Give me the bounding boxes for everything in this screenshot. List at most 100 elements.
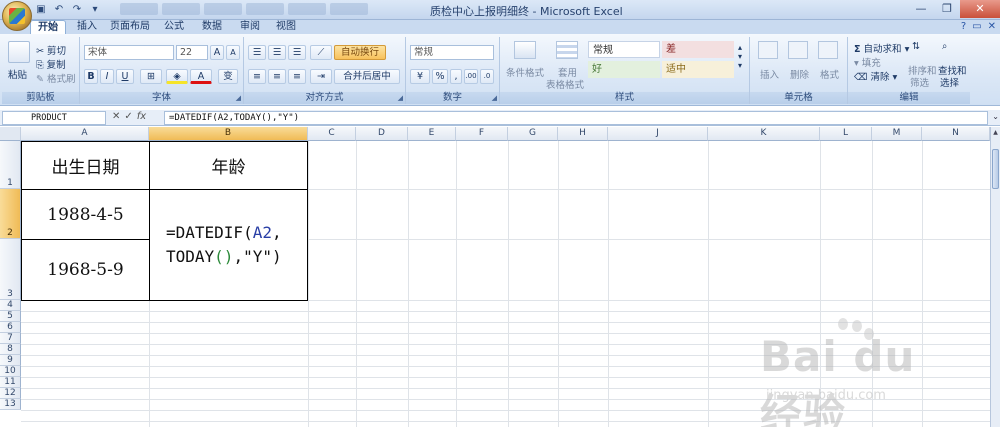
cell-a1[interactable]: 出生日期 (21, 141, 150, 190)
column-header-b[interactable]: B (149, 127, 308, 141)
indent-button[interactable]: ⇥ (310, 69, 332, 84)
conditional-format-button[interactable]: 条件格式 (506, 65, 544, 79)
column-header-g[interactable]: G (508, 127, 558, 141)
tab-formulas[interactable]: 公式 (160, 20, 188, 34)
column-header-f[interactable]: F (456, 127, 508, 141)
office-button[interactable] (2, 1, 32, 31)
comma-button[interactable]: , (450, 69, 462, 84)
format-painter-button[interactable]: ✎ 格式刷 (36, 71, 76, 85)
align-left-button[interactable]: ≡ (248, 69, 266, 84)
align-right-button[interactable]: ≡ (288, 69, 306, 84)
tab-review[interactable]: 审阅 (236, 20, 264, 34)
customize-qat-icon[interactable]: ▾ (88, 3, 102, 17)
copy-button[interactable]: ⎘ 复制 (36, 57, 66, 71)
styles-scroll-icon[interactable]: ▴ ▾ ▾ (738, 43, 742, 70)
maximize-button[interactable]: ❐ (934, 0, 960, 18)
underline-button[interactable]: U (116, 69, 134, 84)
style-bad[interactable]: 差 (662, 41, 734, 58)
insert-cells-icon[interactable] (758, 41, 778, 59)
expand-formula-bar-icon[interactable]: ⌄ (992, 112, 999, 121)
style-normal[interactable]: 常规 (588, 41, 660, 58)
delete-cells-icon[interactable] (788, 41, 808, 59)
row-header-1[interactable]: 1 (0, 141, 21, 189)
row-header-3[interactable]: 3 (0, 239, 21, 300)
increase-decimal-button[interactable]: .00 (464, 69, 478, 84)
column-header-n[interactable]: N (922, 127, 990, 141)
conditional-format-icon[interactable] (514, 41, 536, 59)
cancel-icon[interactable]: ✕ (112, 111, 120, 122)
column-header-j[interactable]: J (608, 127, 708, 141)
style-good[interactable]: 好 (588, 61, 660, 78)
tab-home[interactable]: 开始 (30, 20, 66, 34)
fill-button[interactable]: ▾ 填充 (854, 55, 881, 69)
restore-icon[interactable]: ▭ (972, 21, 981, 32)
orientation-button[interactable]: ⟋ (310, 45, 332, 60)
font-size-box[interactable]: 22 (176, 45, 208, 60)
column-header-c[interactable]: C (308, 127, 356, 141)
font-launcher-icon[interactable]: ◢ (236, 94, 241, 102)
merge-center-button[interactable]: 合并后居中 (334, 69, 400, 84)
column-header-d[interactable]: D (356, 127, 408, 141)
tab-page-layout[interactable]: 页面布局 (108, 20, 152, 34)
column-header-m[interactable]: M (872, 127, 922, 141)
select-all-button[interactable] (0, 127, 21, 141)
decrease-decimal-button[interactable]: .0 (480, 69, 494, 84)
name-box[interactable]: PRODUCT (2, 111, 106, 125)
shrink-font-button[interactable]: A (226, 45, 240, 60)
alignment-launcher-icon[interactable]: ◢ (398, 94, 403, 102)
number-launcher-icon[interactable]: ◢ (492, 94, 497, 102)
fill-color-button[interactable]: ◈ (166, 69, 188, 84)
tab-view[interactable]: 视图 (272, 20, 300, 34)
align-top-button[interactable]: ☰ (248, 45, 266, 60)
percent-button[interactable]: % (432, 69, 448, 84)
phonetic-button[interactable]: 变 (218, 69, 238, 84)
delete-cells-button[interactable]: 删除 (790, 67, 809, 81)
format-as-table-icon[interactable] (556, 41, 578, 59)
row-header-4[interactable]: 4 (0, 300, 21, 311)
bold-button[interactable]: B (84, 69, 98, 84)
row-header-12[interactable]: 12 (0, 388, 21, 399)
row-header-11[interactable]: 11 (0, 377, 21, 388)
grow-font-button[interactable]: A (210, 45, 224, 60)
italic-button[interactable]: I (100, 69, 114, 84)
column-header-l[interactable]: L (820, 127, 872, 141)
align-bottom-button[interactable]: ☰ (288, 45, 306, 60)
clear-button[interactable]: ⌫ 清除 ▾ (854, 69, 897, 83)
row-header-2[interactable]: 2 (0, 189, 21, 239)
cell-b1[interactable]: 年龄 (149, 141, 308, 190)
cell-b2-editing[interactable]: =DATEDIF(A2, TODAY(),"Y") (149, 189, 308, 301)
style-neutral[interactable]: 适中 (662, 61, 734, 78)
tab-data[interactable]: 数据 (198, 20, 226, 34)
font-color-button[interactable]: A (190, 69, 212, 84)
format-cells-button[interactable]: 格式 (820, 67, 839, 81)
insert-cells-button[interactable]: 插入 (760, 67, 779, 81)
cell-a2[interactable]: 1988-4-5 (21, 189, 150, 240)
column-header-k[interactable]: K (708, 127, 820, 141)
help-icon[interactable]: ? (961, 21, 966, 32)
enter-icon[interactable]: ✓ (124, 111, 132, 122)
minimize-button[interactable]: — (908, 0, 934, 18)
paste-button[interactable]: 粘贴 (8, 67, 27, 81)
currency-button[interactable]: ¥ (410, 69, 430, 84)
formula-input[interactable]: =DATEDIF(A2,TODAY(),"Y") (164, 111, 988, 125)
tab-insert[interactable]: 插入 (72, 20, 102, 34)
font-name-box[interactable]: 宋体 (84, 45, 174, 60)
row-header-5[interactable]: 5 (0, 311, 21, 322)
row-header-13[interactable]: 13 (0, 399, 21, 410)
wrap-text-button[interactable]: 自动换行 (334, 45, 386, 60)
row-header-9[interactable]: 9 (0, 355, 21, 366)
find-select-icon[interactable]: ⌕ (942, 41, 960, 57)
format-cells-icon[interactable] (818, 41, 838, 59)
borders-button[interactable]: ⊞ (140, 69, 162, 84)
redo-icon[interactable]: ↷ (70, 3, 84, 17)
cell-a3[interactable]: 1968-5-9 (21, 239, 150, 301)
scroll-thumb[interactable] (992, 149, 999, 189)
row-header-10[interactable]: 10 (0, 366, 21, 377)
row-header-7[interactable]: 7 (0, 333, 21, 344)
align-center-button[interactable]: ≡ (268, 69, 286, 84)
undo-icon[interactable]: ↶ (52, 3, 66, 17)
row-header-6[interactable]: 6 (0, 322, 21, 333)
cut-button[interactable]: ✂ 剪切 (36, 43, 66, 57)
save-icon[interactable]: ▣ (34, 3, 48, 17)
sort-filter-icon[interactable]: ⇅ (912, 41, 930, 57)
